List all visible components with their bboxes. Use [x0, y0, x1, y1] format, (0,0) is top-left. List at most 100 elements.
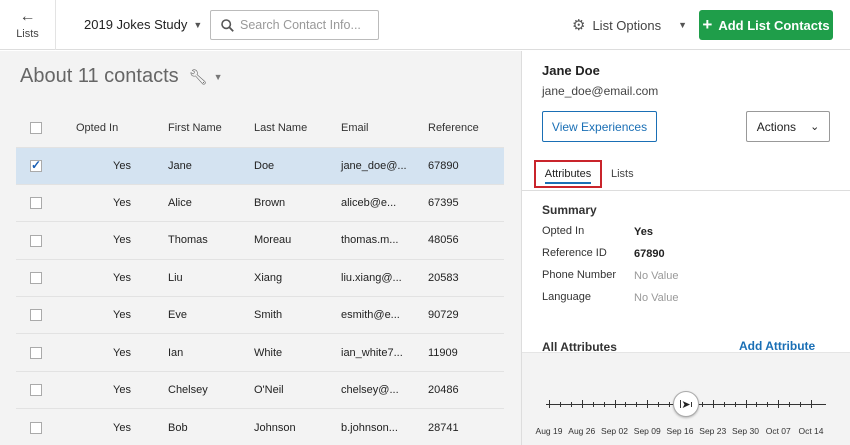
detail-tabs: Attributes Lists [522, 159, 850, 191]
column-header-last-name[interactable]: Last Name [254, 109, 341, 147]
add-list-contacts-button[interactable]: + Add List Contacts [699, 10, 833, 40]
gear-icon: ⚙ [572, 17, 586, 34]
cell-first-name: Chelsey [168, 370, 254, 409]
row-check-cell [16, 296, 76, 334]
timeline-tick [745, 400, 747, 408]
cell-last-name: Johnson [254, 408, 341, 445]
timeline-minor-tick [636, 402, 638, 407]
cell-reference: 48056 [428, 221, 504, 260]
summary-label-opted-in: Opted In [542, 225, 585, 237]
cell-opted-in: Yes [76, 146, 168, 185]
cell-reference: 90729 [428, 296, 504, 334]
wrench-icon[interactable]: 🔧︎ [189, 68, 208, 86]
timeline-minor-tick [592, 402, 594, 407]
timeline-date-label: Sep 09 [633, 426, 661, 436]
row-check-cell [16, 370, 76, 409]
cell-email: ian_white7... [341, 333, 428, 372]
table-row[interactable]: Yes Thomas Moreau thomas.m... 48056 [16, 221, 504, 260]
timeline-tick [680, 400, 681, 408]
timeline-tick [811, 400, 812, 408]
row-checkbox[interactable] [30, 234, 42, 247]
table-row[interactable]: Yes Eve Smith esmith@e... 90729 [16, 296, 504, 334]
study-selector[interactable]: 2019 Jokes Study ▼ [84, 17, 202, 32]
row-checkbox[interactable] [30, 384, 42, 397]
contacts-count-title: About 11 contacts [20, 65, 179, 87]
activity-timeline: ➤ Aug 19 Aug 26 Sep 02 Sep 09 Sep 16 Sep 23 Se… [522, 353, 850, 445]
cell-opted-in: Yes [76, 333, 168, 372]
row-checkbox[interactable] [30, 421, 42, 434]
cell-email: b.johnson... [341, 408, 428, 445]
column-header-email[interactable]: Email [341, 109, 428, 147]
cell-first-name: Thomas [168, 221, 254, 260]
timeline-tick [778, 400, 780, 408]
list-options-label: List Options [592, 17, 662, 33]
cell-reference: 20486 [428, 370, 504, 409]
table-row[interactable]: Yes Chelsey O'Neil chelsey@... 20486 [16, 370, 504, 409]
column-header-reference[interactable]: Reference [428, 109, 504, 147]
timeline-minor-tick [767, 402, 769, 407]
add-attribute-link[interactable]: Add Attribute [739, 339, 815, 353]
cell-reference: 67890 [428, 146, 504, 185]
plus-icon: + [702, 15, 713, 34]
column-header-opted-in[interactable]: Opted In [76, 109, 168, 147]
search-icon [221, 18, 234, 32]
row-check-cell [16, 221, 76, 260]
table-row[interactable]: Yes Bob Johnson b.johnson... 28741 [16, 408, 504, 445]
timeline-date-label: Oct 07 [765, 426, 791, 436]
cell-email: jane_doe@... [341, 146, 428, 185]
chevron-down-icon[interactable]: ▼ [214, 72, 223, 82]
list-options-menu[interactable]: ⚙ List Options ▼ [572, 16, 687, 34]
cell-last-name: Xiang [254, 258, 341, 297]
search-input[interactable] [240, 18, 370, 32]
back-to-lists-button[interactable]: ← Lists [0, 0, 56, 50]
row-checkbox[interactable] [30, 271, 42, 284]
column-header-first-name[interactable]: First Name [168, 109, 254, 147]
table-row[interactable]: Yes Alice Brown aliceb@e... 67395 [16, 183, 504, 222]
timeline-minor-tick [701, 402, 703, 407]
send-icon[interactable]: ➤ [673, 391, 699, 417]
timeline-minor-tick [570, 402, 572, 407]
table-row[interactable]: Yes Liu Xiang liu.xiang@... 20583 [16, 258, 504, 297]
top-header: ← Lists 2019 Jokes Study ▼ ⚙ List Option… [0, 0, 850, 50]
summary-label-language: Language [542, 291, 591, 303]
chevron-down-icon: ▼ [678, 20, 688, 30]
timeline-date-label: Sep 16 [666, 426, 694, 436]
row-checkbox[interactable] [30, 158, 42, 172]
timeline-minor-tick [800, 402, 802, 407]
row-checkbox[interactable] [30, 346, 42, 359]
cell-opted-in: Yes [76, 370, 168, 409]
row-checkbox[interactable] [30, 309, 42, 322]
timeline-tick [712, 400, 714, 408]
summary-heading: Summary [542, 203, 597, 217]
timeline-date-label: Aug 26 [568, 426, 596, 436]
view-experiences-button[interactable]: View Experiences [542, 111, 657, 142]
cell-reference: 11909 [428, 333, 504, 372]
timeline-minor-tick [723, 402, 725, 407]
row-check-cell [16, 333, 76, 372]
table-row[interactable]: Yes Jane Doe jane_doe@... 67890 [16, 146, 504, 185]
contact-name: Jane Doe [542, 63, 600, 78]
cell-email: thomas.m... [341, 221, 428, 260]
cell-reference: 20583 [428, 258, 504, 297]
tab-lists[interactable]: Lists [611, 168, 634, 180]
row-checkbox[interactable] [30, 197, 42, 210]
cell-first-name: Eve [168, 296, 254, 334]
summary-label-reference-id: Reference ID [542, 247, 607, 259]
actions-dropdown[interactable]: Actions ⌄ [746, 111, 830, 142]
tab-attributes[interactable]: Attributes [534, 160, 602, 188]
contact-detail-panel: Jane Doe jane_doe@email.com View Experie… [521, 51, 850, 445]
timeline-minor-tick [734, 402, 736, 407]
summary-value-reference-id: 67890 [634, 248, 665, 260]
table-row[interactable]: Yes Ian White ian_white7... 11909 [16, 333, 504, 372]
timeline-minor-tick [756, 402, 758, 407]
contacts-heading: About 11 contacts 🔧︎ ▼ [20, 65, 223, 88]
select-all-cell [16, 109, 76, 147]
cell-last-name: O'Neil [254, 370, 341, 409]
contact-email: jane_doe@email.com [542, 84, 659, 98]
timeline-tick [614, 400, 616, 408]
select-all-checkbox[interactable] [30, 121, 42, 134]
cell-email: liu.xiang@... [341, 258, 428, 297]
cell-last-name: Smith [254, 296, 341, 334]
table-header-row: Opted In First Name Last Name Email Refe… [16, 109, 504, 147]
row-check-cell [16, 146, 76, 185]
